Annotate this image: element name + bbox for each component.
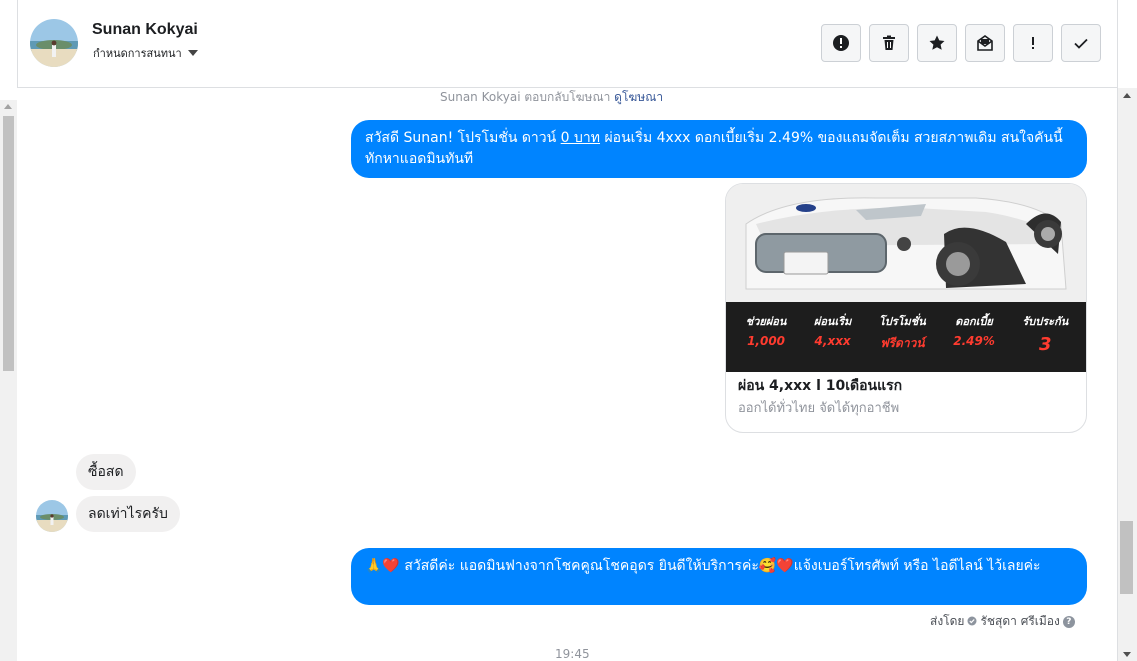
delete-button[interactable]: [869, 24, 909, 62]
message-text: ลดเท่าไรครับ: [88, 506, 168, 522]
message-text: ซื้อสด: [88, 464, 124, 480]
sent-by-info: ส่งโดย รัชสุดา ศรีเมือง ?: [930, 612, 1075, 631]
promo-item: ดอกเบี้ย 2.49%: [953, 312, 995, 348]
header-actions: [821, 24, 1101, 62]
scrollbar-thumb[interactable]: [1120, 521, 1133, 594]
scrollbar-thumb[interactable]: [3, 116, 14, 371]
conversation-scrollbar[interactable]: [1118, 88, 1137, 661]
sent-by-prefix: ส่งโดย: [930, 614, 965, 628]
ad-reply-text: Sunan Kokyai ตอบกลับโฆษณา: [440, 90, 611, 104]
promo-item: ช่วยผ่อน 1,000: [746, 312, 787, 348]
promo-item: โปรโมชั่น ฟรีดาวน์: [879, 312, 926, 353]
message-text: สวัสดี Sunan! โปรโมชั่น ดาวน์: [365, 130, 561, 146]
conversation-stage-dropdown[interactable]: กำหนดการสนทนา: [93, 44, 198, 62]
outgoing-message: สวัสดี Sunan! โปรโมชั่น ดาวน์ 0 บาท ผ่อน…: [351, 120, 1087, 178]
mark-unread-button[interactable]: [965, 24, 1005, 62]
scroll-up-arrow-icon[interactable]: [1123, 93, 1131, 98]
check-icon: [1074, 38, 1088, 49]
alert-circle-icon: [833, 35, 849, 51]
ad-subtitle: ออกได้ทั่วไทย จัดได้ทุกอาชีพ: [738, 401, 900, 416]
ad-card[interactable]: ช่วยผ่อน 1,000 ผ่อนเริ่ม 4,xxx โปรโมชั่น…: [725, 183, 1087, 433]
incoming-message: ลดเท่าไรครับ: [76, 496, 180, 532]
promo-item: ผ่อนเริ่ม 4,xxx: [814, 312, 852, 348]
left-panel-scrollbar[interactable]: [0, 100, 17, 661]
ad-reply-note: Sunan Kokyai ตอบกลับโฆษณา ดูโฆษณา: [440, 88, 663, 107]
star-icon: [929, 35, 945, 50]
mail-icon: [977, 35, 993, 51]
ad-promotions: ช่วยผ่อน 1,000 ผ่อนเริ่ม 4,xxx โปรโมชั่น…: [726, 312, 1086, 372]
trash-icon: [883, 35, 895, 50]
promo-value: 2.49%: [953, 334, 995, 348]
promo-label: โปรโมชั่น: [878, 315, 926, 328]
sender-name[interactable]: รัชสุดา ศรีเมือง: [980, 612, 1059, 631]
promo-value: 3: [1039, 334, 1052, 355]
help-icon[interactable]: ?: [1062, 615, 1075, 628]
outgoing-message: 🙏❤️ สวัสดีค่ะ แอดมินฟางจากโชคคูณโชคอุดร …: [351, 548, 1087, 605]
promo-value: 1,000: [747, 334, 786, 348]
contact-name[interactable]: Sunan Kokyai: [92, 21, 198, 39]
inbox-conversation-window: Sunan Kokyai กำหนดการสนทนา Sunan Kokyai …: [0, 0, 1137, 661]
spam-button[interactable]: [821, 24, 861, 62]
ad-title: ผ่อน 4,xxx l 10เดือนแรก: [738, 378, 903, 394]
promo-label: รับประกัน: [1022, 315, 1069, 328]
view-ad-link[interactable]: ดูโฆษณา: [614, 90, 663, 104]
scroll-down-arrow-icon[interactable]: [1123, 652, 1131, 657]
message-underlined-text: 0 บาท: [560, 130, 601, 146]
promo-label: ดอกเบี้ย: [955, 315, 993, 328]
exclamation-icon: [1032, 37, 1034, 49]
conversation-header: Sunan Kokyai กำหนดการสนทนา: [18, 0, 1117, 88]
verified-icon: [967, 615, 977, 629]
caret-down-icon: [187, 50, 198, 56]
message-timestamp: 19:45: [555, 647, 590, 661]
incoming-message: ซื้อสด: [76, 454, 136, 490]
done-button[interactable]: [1061, 24, 1101, 62]
contact-avatar[interactable]: [30, 19, 78, 67]
star-button[interactable]: [917, 24, 957, 62]
message-text: 🙏❤️ สวัสดีค่ะ แอดมินฟางจากโชคคูณโชคอุดร …: [365, 558, 1041, 574]
promo-label: ช่วยผ่อน: [745, 315, 787, 328]
scroll-up-arrow-icon[interactable]: [4, 104, 12, 109]
ad-car-image: ช่วยผ่อน 1,000 ผ่อนเริ่ม 4,xxx โปรโมชั่น…: [726, 184, 1086, 372]
follow-up-button[interactable]: [1013, 24, 1053, 62]
contact-avatar-small[interactable]: [36, 500, 68, 532]
promo-item: รับประกัน 3: [1022, 312, 1068, 355]
promo-value: 4,xxx: [814, 334, 851, 348]
promo-value: ฟรีดาวน์: [880, 336, 925, 350]
promo-label: ผ่อนเริ่ม: [813, 315, 852, 328]
stage-label: กำหนดการสนทนา: [93, 47, 182, 60]
